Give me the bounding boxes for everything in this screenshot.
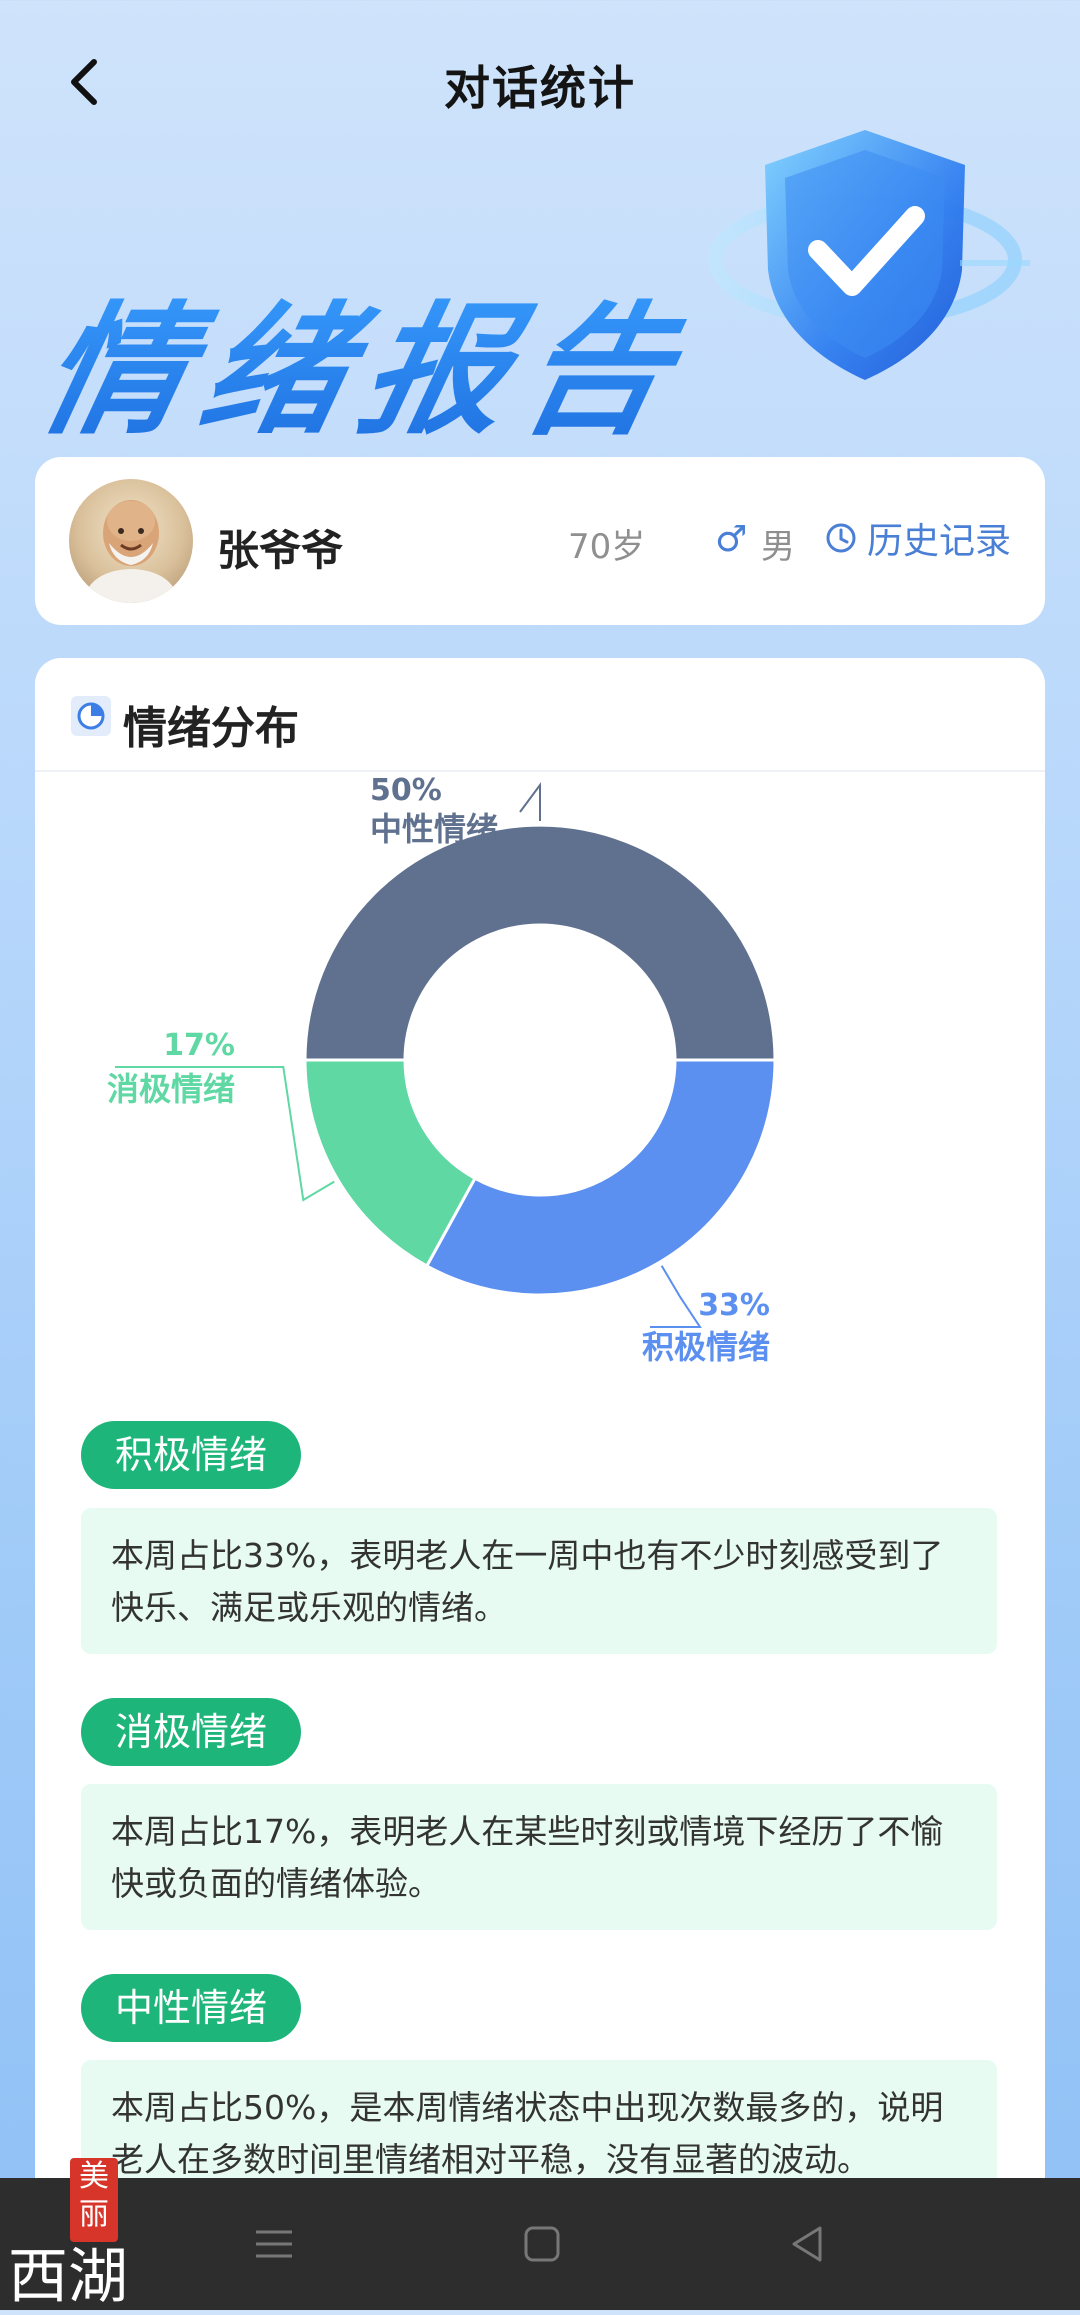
- user-gender: 男: [761, 527, 795, 567]
- user-age: 70岁: [568, 527, 646, 567]
- avatar: [69, 479, 193, 603]
- section-title: 情绪分布: [123, 703, 299, 754]
- user-card: 张爷爷 70岁 ♂ 男 历史记录: [35, 457, 1045, 625]
- slice-percent-label: 50%: [370, 773, 442, 808]
- system-nav-bar: [0, 2178, 1080, 2310]
- page-title: 对话统计: [444, 61, 636, 115]
- tag-positive: 积极情绪: [81, 1421, 302, 1489]
- tag-negative: 消极情绪: [81, 1698, 302, 1766]
- desc-positive: 本周占比33%，表明老人在一周中也有不少时刻感受到了快乐、满足或乐观的情绪。: [81, 1508, 997, 1654]
- emotion-donut-chart: 50%中性情绪 33% 积极情绪 17% 消极情绪: [107, 773, 777, 1366]
- leader-line: [519, 781, 541, 821]
- donut-slice: [303, 823, 777, 1062]
- slice-name-label: 中性情绪: [370, 810, 498, 848]
- user-name: 张爷爷: [217, 526, 344, 575]
- slice-name-label: 消极情绪: [107, 1070, 235, 1108]
- shield-check-icon: [708, 130, 1030, 380]
- leader-line: [650, 1265, 702, 1328]
- emotion-card: 情绪分布 50% 中性情绪 33% 积极情绪 17% 消极情绪 积极情绪 本周占比33%，…: [35, 658, 1045, 2310]
- home-square-icon[interactable]: [516, 2218, 568, 2270]
- slice-percent-label: 33%: [698, 1288, 770, 1323]
- male-icon: ♂: [715, 519, 748, 560]
- donut-slice: [424, 1058, 777, 1297]
- history-button[interactable]: 历史记录: [825, 515, 1012, 562]
- section-header: 情绪分布: [35, 658, 1045, 772]
- history-label: 历史记录: [867, 521, 1012, 562]
- desc-negative: 本周占比17%，表明老人在某些时刻或情境下经历了不愉快或负面的情绪体验。: [81, 1784, 997, 1930]
- banner-title: 情绪报告: [26, 255, 710, 461]
- slice-percent-label: 17%: [163, 1028, 235, 1063]
- slice-name-label: 积极情绪: [642, 1328, 770, 1366]
- clock-icon: [826, 523, 856, 553]
- tag-neutral: 中性情绪: [81, 1974, 302, 2042]
- back-triangle-icon[interactable]: [782, 2218, 834, 2270]
- menu-icon[interactable]: [248, 2218, 300, 2270]
- pie-chart-icon: [71, 696, 111, 736]
- watermark-text: 西湖: [8, 2242, 128, 2312]
